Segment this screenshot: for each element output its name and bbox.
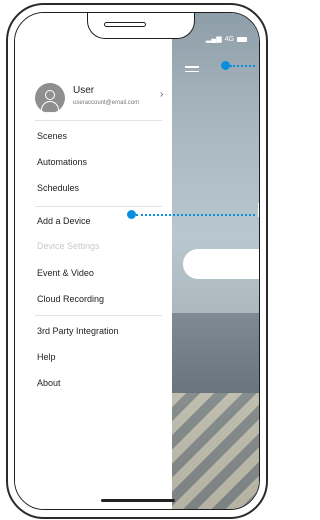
callout-dot-add-device: [127, 210, 136, 219]
menu-item-event-video[interactable]: Event & Video: [37, 268, 94, 278]
callout-dot-menu: [221, 61, 230, 70]
menu-divider: [35, 120, 162, 121]
user-avatar-icon: [35, 83, 65, 113]
text-cursor: [258, 203, 259, 217]
menu-item-schedules[interactable]: Schedules: [37, 183, 79, 193]
hamburger-menu-icon[interactable]: [185, 63, 199, 75]
menu-divider: [35, 315, 162, 316]
phone-screen: ▂▄▆ 4G User useraccount@email.com › Scen…: [14, 12, 260, 510]
menu-divider: [35, 206, 162, 207]
phone-speaker: [104, 22, 146, 27]
callout-line-add-device: [136, 214, 255, 216]
background-sofa: [172, 313, 259, 393]
status-bar: ▂▄▆ 4G: [206, 35, 247, 43]
chevron-right-icon: ›: [160, 89, 164, 100]
menu-item-help[interactable]: Help: [37, 352, 56, 362]
user-name: User: [73, 85, 95, 96]
menu-item-automations[interactable]: Automations: [37, 157, 87, 167]
user-profile-row[interactable]: User useraccount@email.com ›: [35, 83, 165, 123]
menu-item-about[interactable]: About: [37, 378, 61, 388]
callout-line-menu: [230, 65, 255, 67]
user-email: useraccount@email.com: [73, 100, 140, 106]
background-floor: [172, 393, 259, 509]
network-label: 4G: [224, 35, 234, 43]
menu-item-device-settings[interactable]: Device Settings: [37, 241, 100, 251]
menu-item-third-party-integration[interactable]: 3rd Party Integration: [37, 326, 119, 336]
app-search-bar[interactable]: [183, 249, 259, 279]
menu-item-scenes[interactable]: Scenes: [37, 131, 67, 141]
menu-item-cloud-recording[interactable]: Cloud Recording: [37, 294, 104, 304]
home-indicator: [101, 499, 175, 502]
battery-icon: [237, 36, 247, 42]
side-drawer: User useraccount@email.com › Scenes Auto…: [15, 13, 172, 509]
menu-item-add-device[interactable]: Add a Device: [37, 216, 91, 226]
signal-icon: ▂▄▆: [205, 36, 222, 43]
